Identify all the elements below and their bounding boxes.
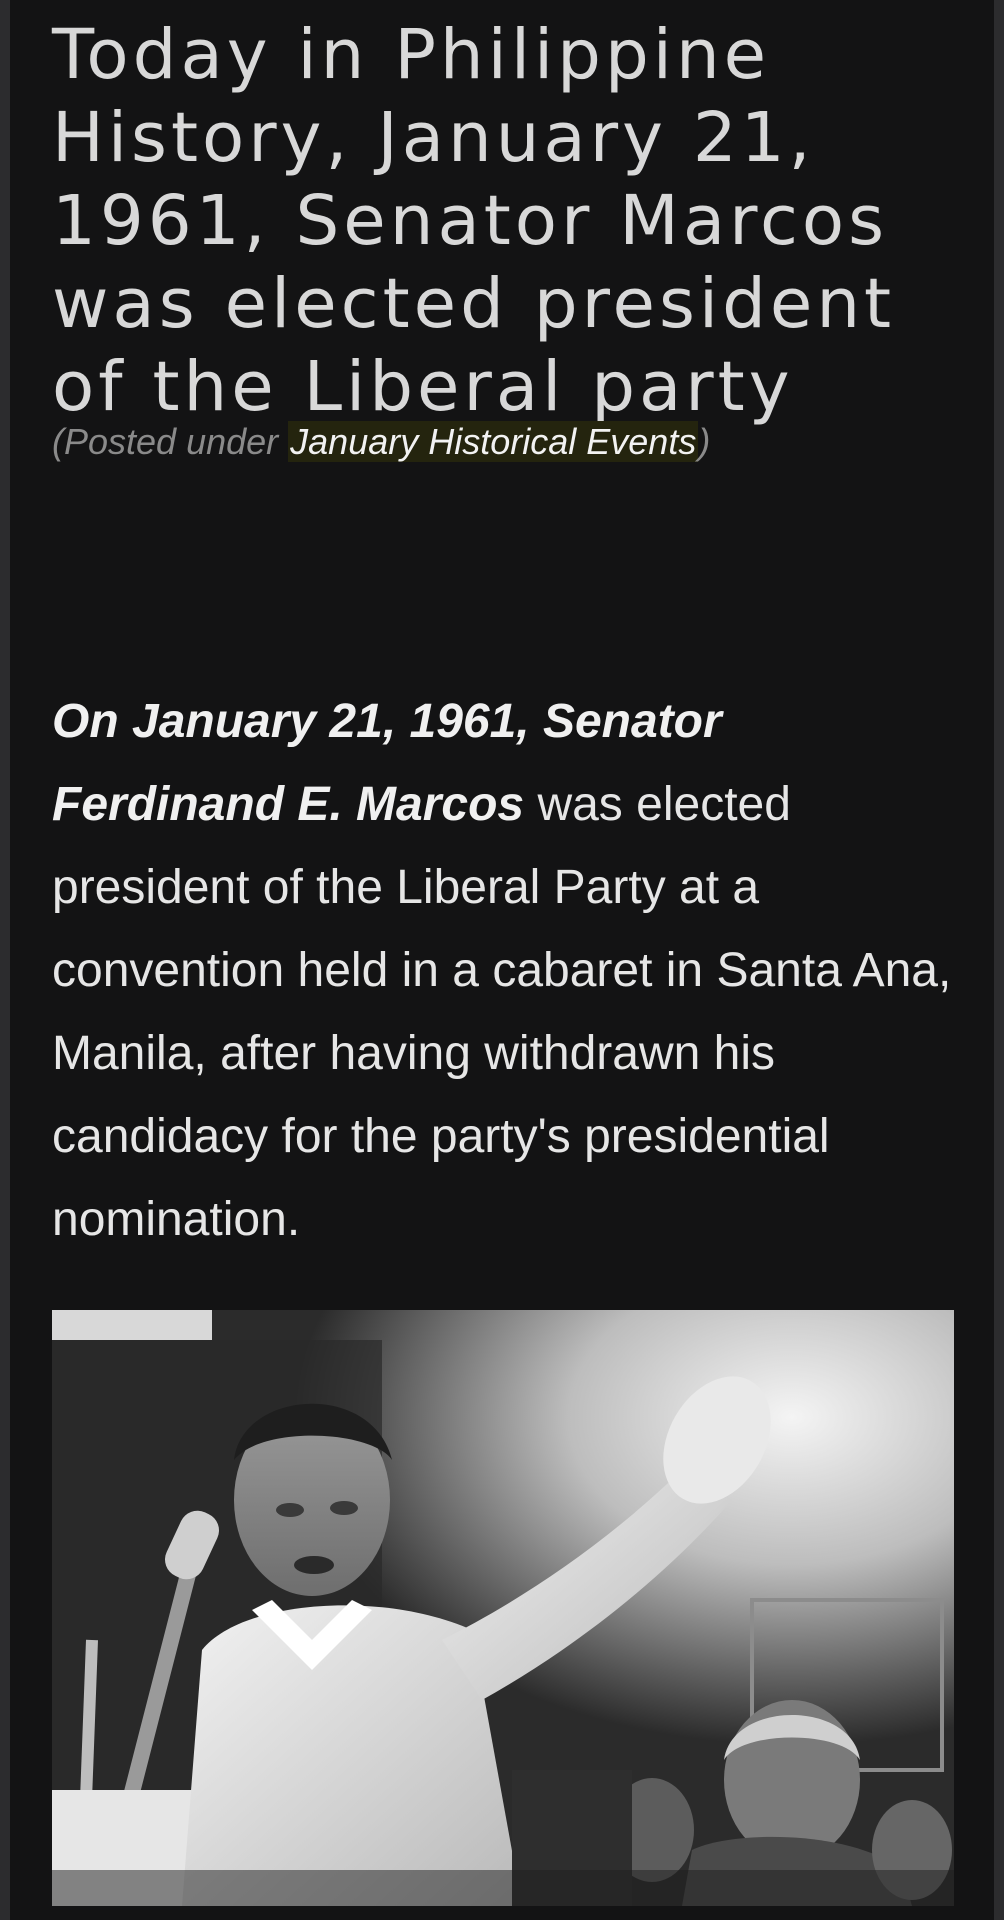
posted-under-suffix: ) — [698, 421, 711, 462]
article-paragraph: On January 21, 1961, Senator Ferdinand E… — [52, 680, 952, 1261]
article-body-text: was elected president of the Liberal Par… — [52, 778, 952, 1246]
posted-under-prefix: (Posted under — [52, 421, 289, 462]
posted-under-line: (Posted under January Historical Events) — [52, 418, 710, 466]
article-photo[interactable] — [52, 1310, 954, 1906]
left-edge-divider — [0, 0, 10, 1920]
post-title: Today in Philippine History, January 21,… — [52, 15, 896, 427]
category-link[interactable]: January Historical Events — [288, 421, 699, 462]
right-edge-divider — [994, 0, 1004, 1920]
photo-image — [52, 1310, 954, 1906]
page: Today in Philippine History, January 21,… — [0, 0, 1004, 1920]
